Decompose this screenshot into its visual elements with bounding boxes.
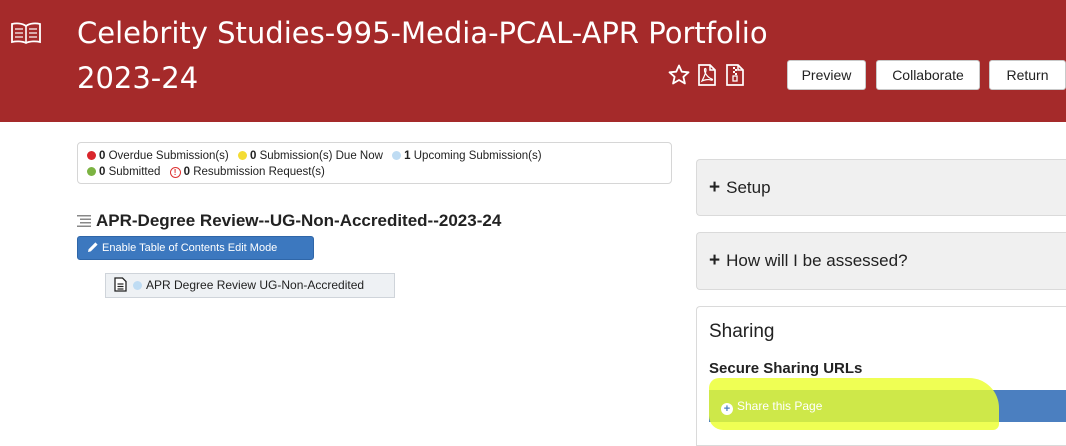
plus-icon: + [709,177,721,198]
status-due-now: 0 Submission(s) Due Now [237,150,386,162]
star-icon[interactable] [667,63,691,87]
status-row-1: 0 Overdue Submission(s) 0 Submission(s) … [87,148,671,164]
document-icon [114,277,127,292]
upcoming-dot-icon [392,151,402,160]
sharing-subtitle: Secure Sharing URLs [709,360,863,377]
setup-panel[interactable]: + Setup [696,159,1066,216]
toc-button-label: Enable Table of Contents Edit Mode [102,242,278,254]
status-resubmission: ! 0 Resubmission Request(s) [169,166,325,178]
upcoming-dot-icon [133,281,142,290]
pencil-icon [88,242,98,252]
plus-circle-icon: + [721,403,733,415]
status-upcoming: 1 Upcoming Submission(s) [392,150,542,162]
section-heading: APR-Degree Review--UG-Non-Accredited--20… [77,211,501,231]
assessment-panel-header[interactable]: + How will I be assessed? [697,233,1066,289]
page-header: Celebrity Studies-995-Media-PCAL-APR Por… [0,0,1066,122]
submitted-dot-icon [87,167,96,176]
pdf-icon[interactable] [695,63,719,87]
enable-toc-edit-button[interactable]: Enable Table of Contents Edit Mode [77,236,314,260]
plus-icon: + [709,250,721,271]
warning-icon: ! [169,167,181,178]
toc-item[interactable]: APR Degree Review UG-Non-Accredited [105,273,395,298]
toc-item-label: APR Degree Review UG-Non-Accredited [146,278,365,292]
status-overdue: 0 Overdue Submission(s) [87,150,232,162]
collaborate-button[interactable]: Collaborate [876,60,980,90]
sharing-title: Sharing [709,321,775,342]
share-page-button[interactable]: + Share this Page [709,378,1066,430]
return-button[interactable]: Return [989,60,1066,90]
list-icon [77,215,91,227]
overdue-dot-icon [87,151,96,160]
share-button-label: Share this Page [737,399,823,413]
sharing-panel: Sharing Secure Sharing URLs + Share this … [696,306,1066,446]
assessment-panel[interactable]: + How will I be assessed? [696,232,1066,290]
zip-icon[interactable] [723,63,747,87]
book-icon [11,22,41,44]
status-row-2: 0 Submitted ! 0 Resubmission Request(s) [87,164,671,180]
setup-panel-header[interactable]: + Setup [697,160,1066,215]
due-now-dot-icon [237,151,247,160]
submission-status-summary: 0 Overdue Submission(s) 0 Submission(s) … [77,142,672,184]
section-title: APR-Degree Review--UG-Non-Accredited--20… [96,211,502,230]
preview-button[interactable]: Preview [787,60,866,90]
page-title: Celebrity Studies-995-Media-PCAL-APR Por… [77,16,768,95]
status-submitted: 0 Submitted [87,166,164,178]
